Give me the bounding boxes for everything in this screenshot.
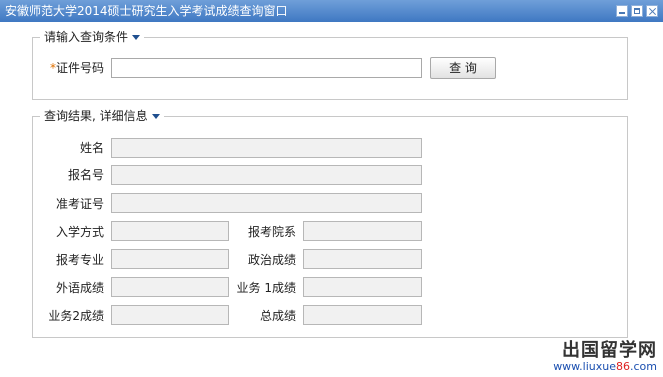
- result-legend[interactable]: 查询结果, 详细信息: [40, 108, 164, 124]
- collapse-arrow-icon[interactable]: [151, 114, 160, 119]
- watermark-url: www.liuxue86.com: [553, 361, 657, 373]
- foreign-lang-score-field: [111, 277, 229, 297]
- maximize-icon[interactable]: [631, 5, 643, 17]
- ticket-no-field: [111, 193, 422, 213]
- admission-type-label: 入学方式: [55, 225, 104, 239]
- id-number-input[interactable]: [111, 58, 422, 78]
- window-title: 安徽师范大学2014硕士研究生入学考试成绩查询窗口: [5, 4, 288, 18]
- applied-dept-label: 报考院系: [247, 225, 296, 239]
- foreign-lang-score-label: 外语成绩: [55, 281, 104, 295]
- id-number-label-text: 证件号码: [55, 61, 104, 75]
- result-legend-text: 查询结果, 详细信息: [44, 109, 148, 123]
- watermark-url-suffix: .com: [630, 360, 657, 373]
- title-bar: 安徽师范大学2014硕士研究生入学考试成绩查询窗口: [0, 0, 663, 22]
- ticket-no-label: 准考证号: [55, 197, 104, 211]
- query-legend-text: 请输入查询条件: [44, 30, 129, 44]
- minimize-icon[interactable]: [616, 5, 628, 17]
- applied-dept-field: [303, 221, 422, 241]
- close-icon[interactable]: [646, 5, 658, 17]
- applied-major-label: 报考专业: [55, 253, 104, 267]
- query-legend[interactable]: 请输入查询条件: [40, 29, 145, 45]
- id-number-label: *证件号码: [36, 59, 104, 77]
- admission-type-field: [111, 221, 229, 241]
- politics-score-field: [303, 249, 422, 269]
- total-score-label: 总成绩: [259, 309, 296, 323]
- query-button[interactable]: 查 询: [430, 57, 496, 79]
- name-field: [111, 138, 422, 158]
- subject2-score-label: 业务2成绩: [48, 309, 104, 323]
- subject2-score-field: [111, 305, 229, 325]
- watermark: 出国留学网 www.liuxue86.com: [553, 341, 657, 373]
- query-window: 安徽师范大学2014硕士研究生入学考试成绩查询窗口 请输入查询条件 *证件号码 …: [0, 0, 663, 377]
- subject1-score-field: [303, 277, 422, 297]
- politics-score-label: 政治成绩: [247, 253, 296, 267]
- reg-no-label: 报名号: [67, 168, 104, 182]
- total-score-field: [303, 305, 422, 325]
- applied-major-field: [111, 249, 229, 269]
- watermark-title: 出国留学网: [562, 340, 657, 361]
- name-label: 姓名: [79, 141, 104, 155]
- subject1-score-label: 业务 1成绩: [236, 281, 296, 295]
- watermark-url-number: 86: [616, 360, 630, 373]
- reg-no-field: [111, 165, 422, 185]
- collapse-arrow-icon[interactable]: [132, 35, 141, 40]
- window-controls: [616, 5, 658, 17]
- watermark-url-prefix: www.liuxue: [553, 360, 616, 373]
